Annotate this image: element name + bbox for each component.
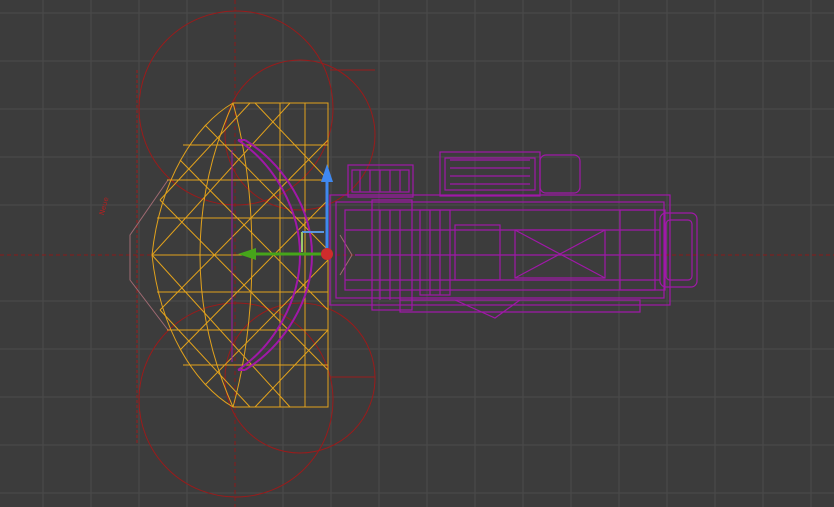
camera-body-mesh (329, 151, 698, 319)
gizmo-y-arrow-icon[interactable] (238, 248, 256, 260)
world-axes (0, 0, 834, 507)
viewport-3d[interactable]: Neue (0, 0, 834, 507)
scene-canvas[interactable] (0, 0, 834, 507)
grid (0, 0, 834, 507)
gizmo-x-axis-handle[interactable] (321, 248, 333, 260)
